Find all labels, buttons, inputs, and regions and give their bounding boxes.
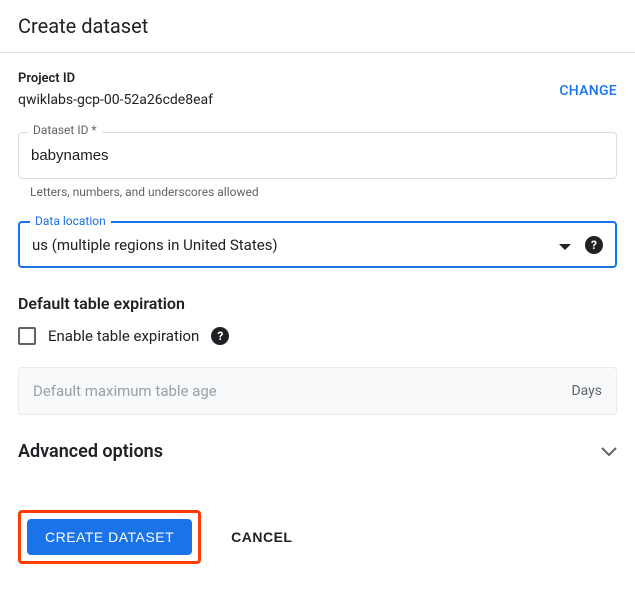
change-project-button[interactable]: CHANGE <box>559 83 617 99</box>
dialog-actions: CREATE DATASET CANCEL <box>18 510 617 564</box>
advanced-options-title: Advanced options <box>18 441 163 462</box>
project-info: Project ID qwiklabs-gcp-00-52a26cde8eaf <box>18 71 213 108</box>
enable-expiration-label: Enable table expiration <box>48 327 199 345</box>
dropdown-arrow-icon <box>559 235 571 254</box>
advanced-options-toggle[interactable]: Advanced options <box>18 441 617 462</box>
data-location-label: Data location <box>30 214 111 228</box>
dataset-id-label: Dataset ID * <box>28 123 102 137</box>
max-table-age-unit: Days <box>571 383 602 399</box>
chevron-down-icon <box>601 442 617 461</box>
max-table-age-placeholder: Default maximum table age <box>33 382 571 400</box>
create-button-highlight: CREATE DATASET <box>18 510 201 564</box>
project-row: Project ID qwiklabs-gcp-00-52a26cde8eaf … <box>18 71 617 108</box>
project-id-value: qwiklabs-gcp-00-52a26cde8eaf <box>18 92 213 108</box>
create-dataset-button[interactable]: CREATE DATASET <box>27 519 192 555</box>
help-icon[interactable]: ? <box>211 327 229 345</box>
dataset-id-input[interactable] <box>18 132 617 179</box>
max-table-age-field: Default maximum table age Days <box>18 367 617 415</box>
enable-expiration-row: Enable table expiration ? <box>18 327 617 345</box>
dataset-id-field: Dataset ID * <box>18 132 617 179</box>
expiration-heading: Default table expiration <box>18 294 617 313</box>
enable-expiration-checkbox[interactable] <box>18 327 36 345</box>
help-icon[interactable]: ? <box>585 236 603 254</box>
project-id-label: Project ID <box>18 71 213 86</box>
dialog-title: Create dataset <box>18 14 617 38</box>
data-location-value: us (multiple regions in United States) <box>32 236 559 254</box>
dataset-id-helper: Letters, numbers, and underscores allowe… <box>30 185 617 199</box>
data-location-select[interactable]: Data location us (multiple regions in Un… <box>18 221 617 268</box>
dialog-header: Create dataset <box>0 0 635 53</box>
dialog-content: Project ID qwiklabs-gcp-00-52a26cde8eaf … <box>0 53 635 582</box>
cancel-button[interactable]: CANCEL <box>231 529 292 545</box>
